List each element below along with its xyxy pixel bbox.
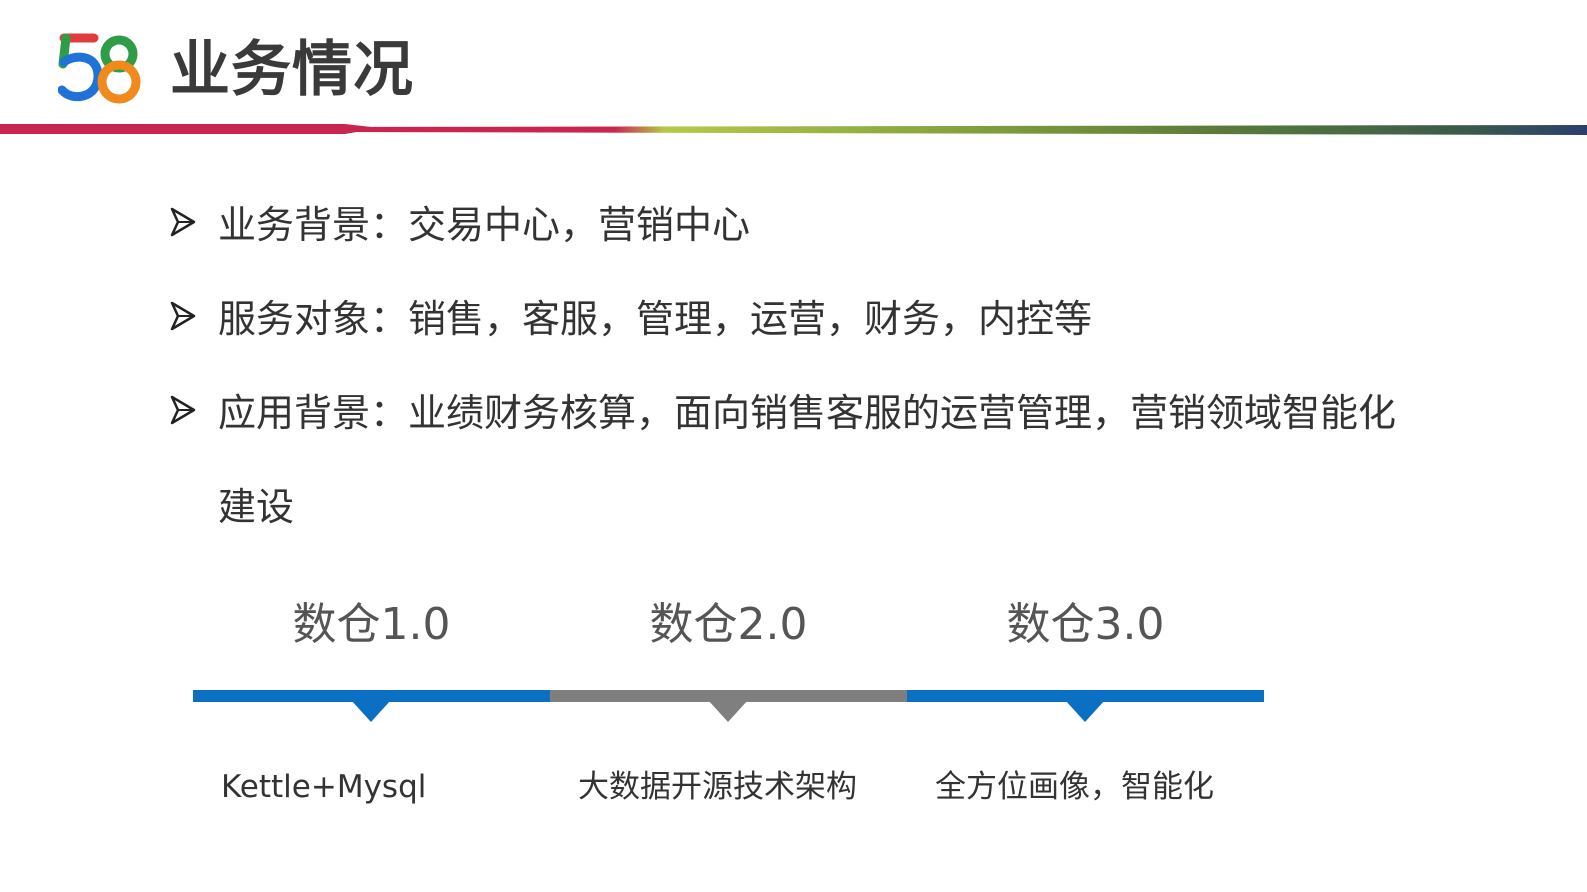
bullet-list: 业务背景：交易中心，营销中心 服务对象：销售，客服，管理，运营，财务，内控等 应… [170, 178, 1430, 554]
arrowhead-icon [170, 395, 196, 425]
bullet-text: 业务背景：交易中心，营销中心 [218, 203, 751, 247]
stage-label: 数仓2.0 [649, 599, 808, 650]
stage-description: 大数据开源技术架构 [578, 769, 857, 805]
stage-notch-icon [351, 700, 391, 722]
bullet-item: 应用背景：业绩财务核算，面向销售客服的运营管理，营销领域智能化建设 [170, 366, 1430, 554]
stage-label: 数仓1.0 [292, 599, 451, 650]
timeline-stage: 数仓3.0 全方位画像，智能化 [907, 590, 1264, 830]
timeline-stage: 数仓1.0 Kettle+Mysql [193, 590, 550, 830]
bullet-item: 服务对象：销售，客服，管理，运营，财务，内控等 [170, 272, 1430, 366]
arrowhead-icon [170, 207, 196, 237]
stage-label: 数仓3.0 [1006, 599, 1165, 650]
bullet-text: 服务对象：销售，客服，管理，运营，财务，内控等 [218, 297, 1093, 341]
header-divider [0, 124, 1587, 135]
stage-description: 全方位画像，智能化 [935, 769, 1214, 805]
58-logo-icon [58, 33, 141, 104]
bullet-text: 应用背景：业绩财务核算，面向销售客服的运营管理，营销领域智能化建设 [218, 391, 1397, 529]
slide: 业务情况 业务背景：交易中心，营销中心 服务对象：销售，客服，管理，运营，财务，… [0, 0, 1587, 892]
stage-description: Kettle+Mysql [221, 769, 427, 805]
bullet-item: 业务背景：交易中心，营销中心 [170, 178, 1430, 272]
arrowhead-icon [170, 301, 196, 331]
stage-notch-icon [1065, 700, 1105, 722]
timeline-stage: 数仓2.0 大数据开源技术架构 [550, 590, 907, 830]
page-title: 业务情况 [170, 35, 414, 105]
stage-notch-icon [708, 700, 748, 722]
timeline: 数仓1.0 Kettle+Mysql 数仓2.0 大数据开源技术架构 数仓3.0… [193, 590, 1264, 830]
